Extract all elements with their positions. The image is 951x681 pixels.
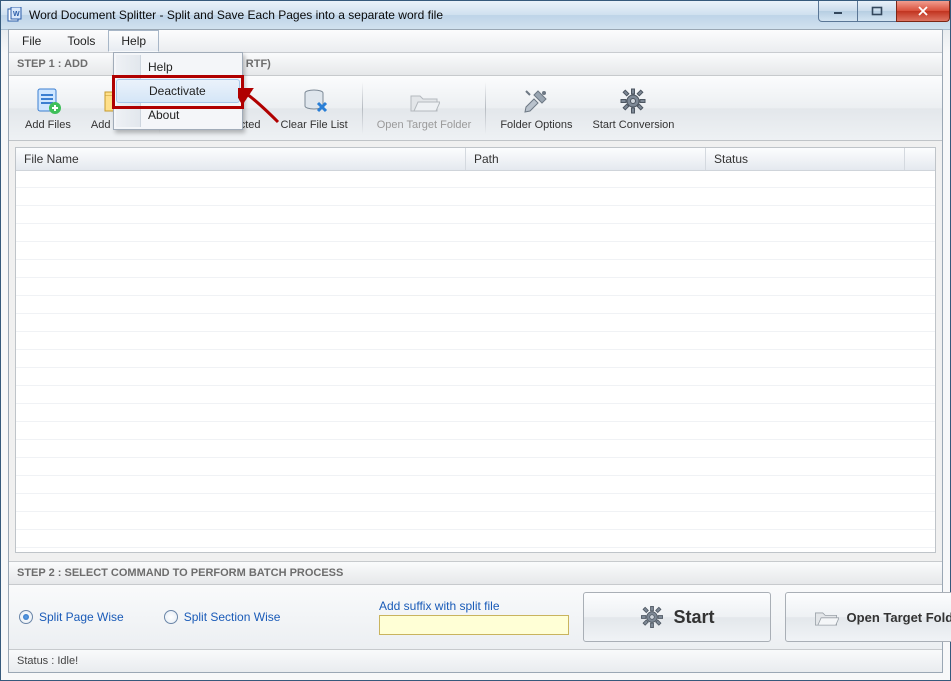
- open-target-folder-big-button[interactable]: Open Target Folder: [785, 592, 951, 642]
- split-mode-radios: Split Page Wise Split Section Wise: [19, 610, 359, 624]
- radio-split-section-wise[interactable]: Split Section Wise: [164, 610, 281, 624]
- menu-tools[interactable]: Tools: [54, 30, 108, 52]
- file-grid-header: File Name Path Status: [16, 148, 935, 171]
- folder-options-label: Folder Options: [500, 119, 572, 131]
- maximize-button[interactable]: [857, 1, 897, 22]
- add-files-label: Add Files: [25, 119, 71, 131]
- start-conversion-label: Start Conversion: [592, 119, 674, 131]
- help-dropdown: Help Deactivate About: [113, 52, 243, 130]
- command-row: Split Page Wise Split Section Wise Add s…: [9, 585, 942, 649]
- window-title: Word Document Splitter - Split and Save …: [29, 8, 443, 22]
- open-target-folder-label: Open Target Folder: [377, 119, 472, 131]
- app-icon: W: [7, 7, 23, 23]
- title-bar: W Word Document Splitter - Split and Sav…: [1, 1, 950, 30]
- radio-split-page-wise-label: Split Page Wise: [39, 610, 124, 624]
- menu-help[interactable]: Help: [108, 30, 159, 52]
- start-conversion-button[interactable]: Start Conversion: [582, 76, 684, 140]
- radio-dot-icon: [19, 610, 33, 624]
- clear-file-list-button[interactable]: Clear File List: [271, 76, 358, 140]
- help-menu-about[interactable]: About: [116, 103, 240, 127]
- step2-label: STEP 2 : SELECT COMMAND TO PERFORM BATCH…: [17, 567, 343, 579]
- column-file-name[interactable]: File Name: [16, 148, 466, 170]
- folder-options-button[interactable]: Folder Options: [490, 76, 582, 140]
- status-bar: Status : Idle!: [9, 649, 942, 672]
- toolbar-separator: [485, 82, 486, 134]
- open-target-folder-icon: [408, 85, 440, 117]
- radio-dot-icon: [164, 610, 178, 624]
- app-window: W Word Document Splitter - Split and Sav…: [0, 0, 951, 681]
- start-conversion-icon: [617, 85, 649, 117]
- status-text: Status : Idle!: [17, 655, 78, 667]
- add-files-button[interactable]: Add Files: [15, 76, 81, 140]
- suffix-label: Add suffix with split file: [379, 599, 569, 613]
- menu-file[interactable]: File: [9, 30, 54, 52]
- step1-label-left: STEP 1 : ADD: [17, 58, 88, 70]
- close-button[interactable]: [896, 1, 950, 22]
- radio-split-page-wise[interactable]: Split Page Wise: [19, 610, 124, 624]
- start-button[interactable]: Start: [583, 592, 771, 642]
- radio-split-section-wise-label: Split Section Wise: [184, 610, 281, 624]
- clear-file-list-label: Clear File List: [281, 119, 348, 131]
- file-grid-body[interactable]: [16, 170, 935, 552]
- help-menu-help[interactable]: Help: [116, 55, 240, 79]
- folder-open-icon: [813, 604, 839, 630]
- suffix-input[interactable]: [379, 615, 569, 635]
- client-area: File Tools Help STEP 1 : ADD DOCX, RTF) …: [8, 29, 943, 673]
- file-grid: File Name Path Status: [15, 147, 936, 553]
- column-path[interactable]: Path: [466, 148, 706, 170]
- clear-file-list-icon: [298, 85, 330, 117]
- svg-text:W: W: [13, 11, 20, 18]
- minimize-button[interactable]: [818, 1, 858, 22]
- add-files-icon: [32, 85, 64, 117]
- suffix-field: Add suffix with split file: [379, 599, 569, 635]
- gear-icon: [639, 604, 665, 630]
- column-tail: [905, 148, 935, 170]
- folder-options-icon: [520, 85, 552, 117]
- toolbar-separator: [362, 82, 363, 134]
- column-status[interactable]: Status: [706, 148, 905, 170]
- open-target-folder-button[interactable]: Open Target Folder: [367, 76, 482, 140]
- help-menu-deactivate[interactable]: Deactivate: [116, 79, 240, 103]
- menu-bar: File Tools Help: [9, 30, 942, 53]
- step2-header: STEP 2 : SELECT COMMAND TO PERFORM BATCH…: [9, 561, 942, 585]
- start-button-label: Start: [673, 607, 714, 628]
- window-controls: [819, 1, 950, 22]
- open-target-folder-big-label: Open Target Folder: [847, 610, 951, 625]
